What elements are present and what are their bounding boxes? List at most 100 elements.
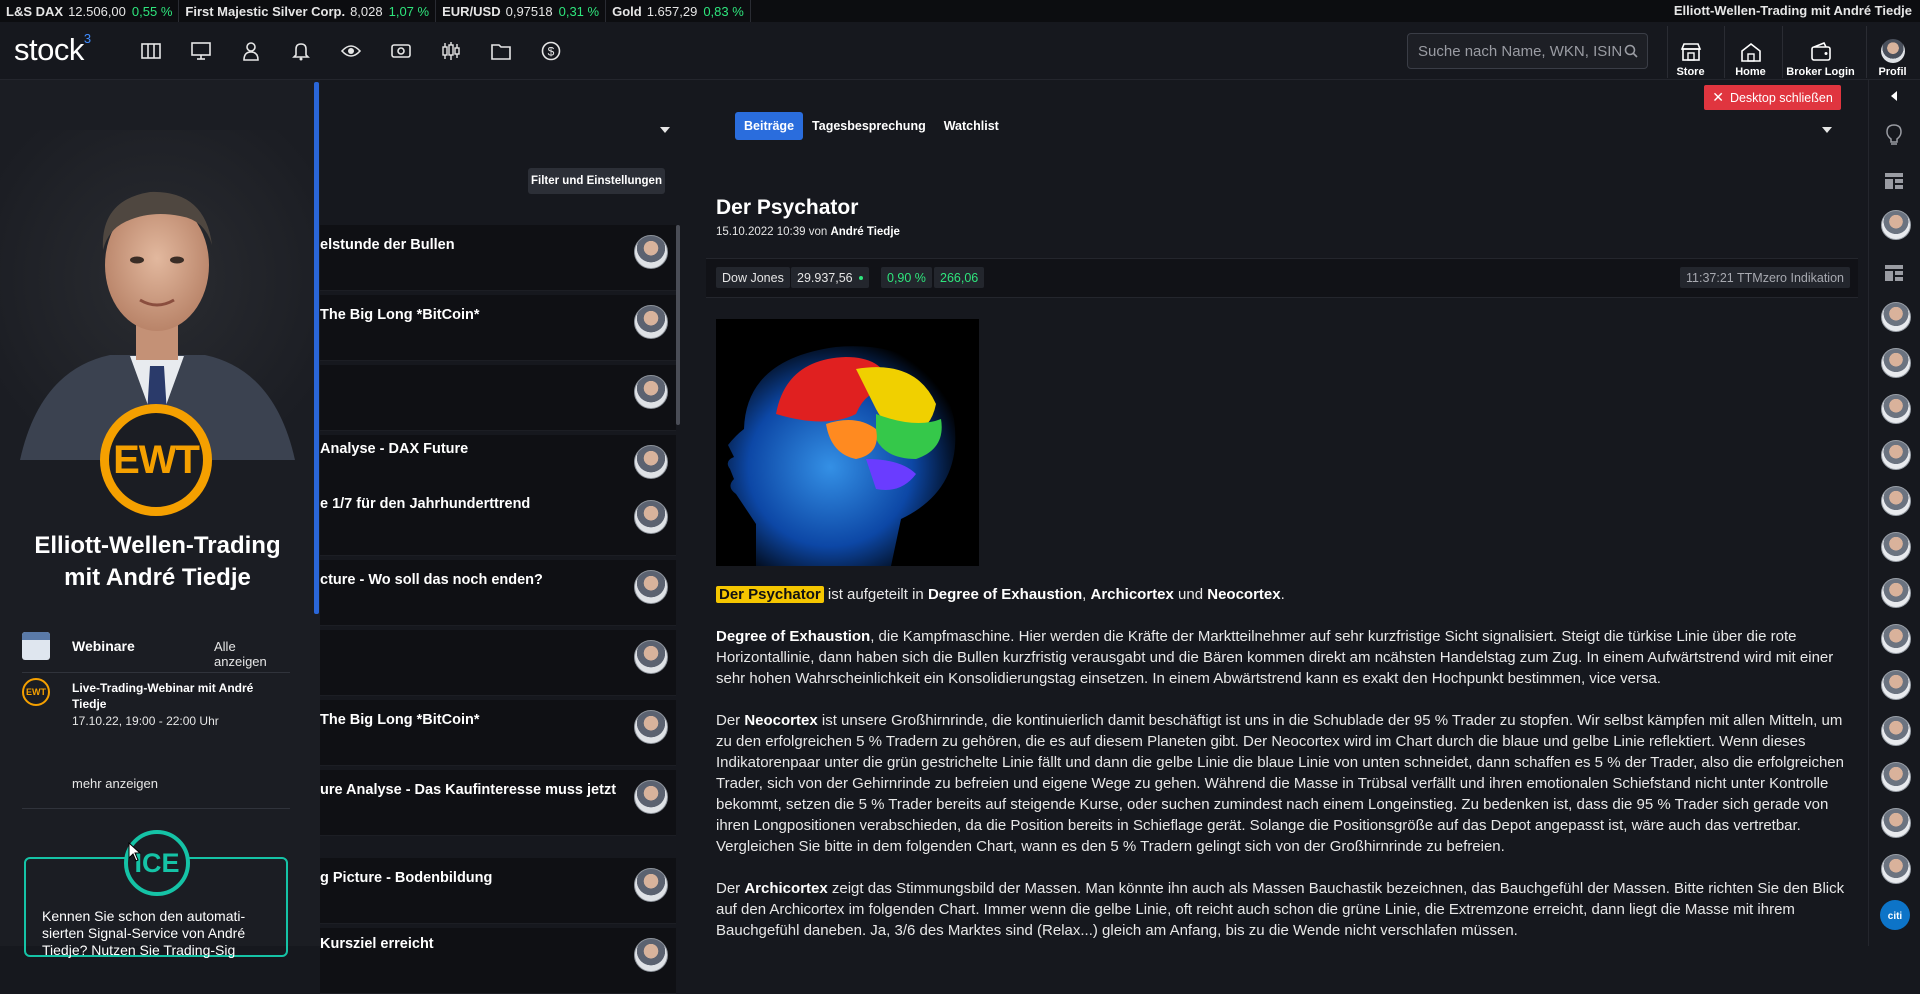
chevron-down-icon[interactable]	[1822, 120, 1832, 138]
list-item[interactable]: Kursziel erreicht	[320, 928, 676, 994]
close-desktop-label: Desktop schließen	[1729, 90, 1833, 105]
live-dot-icon	[858, 275, 863, 280]
author-avatar[interactable]	[1881, 348, 1911, 378]
author-avatar[interactable]	[1881, 624, 1911, 654]
search-input[interactable]	[1407, 33, 1648, 69]
broker-login-label: Broker Login	[1786, 66, 1855, 78]
author-avatar	[634, 235, 668, 269]
author-panel: EWT Elliott-Wellen-Trading mit André Tie…	[0, 80, 320, 958]
list-item-title: Kursziel erreicht	[320, 936, 434, 952]
tab-watchlist[interactable]: Watchlist	[935, 112, 1008, 140]
list-item-title: The Big Long *BitCoin*	[320, 307, 480, 323]
alle-anzeigen-link[interactable]: Alle anzeigen	[214, 639, 292, 669]
quote-name[interactable]: Dow Jones	[716, 267, 790, 288]
author-avatar[interactable]	[1881, 532, 1911, 562]
citi-icon[interactable]: citi	[1880, 900, 1910, 930]
list-item-title: The Big Long *BitCoin*	[320, 712, 480, 728]
profile-avatar	[1880, 39, 1905, 63]
search-icon[interactable]	[1624, 44, 1638, 63]
layout-widget-icon[interactable]	[1884, 172, 1904, 195]
home-button[interactable]: Home	[1724, 26, 1776, 78]
ticker-name: Gold	[612, 3, 642, 19]
top-navigation: stock3 $ Store Home Broker Login Profil	[0, 22, 1920, 80]
list-item[interactable]: The Big Long *BitCoin*	[320, 295, 676, 361]
webinar-title: Live-Trading-Webinar mit André Tiedje	[72, 681, 254, 711]
ticker-item[interactable]: L&S DAX 12.506,00 0,55 %	[0, 0, 180, 22]
psychator-tag[interactable]: Der Psychator	[716, 586, 824, 603]
profil-button[interactable]: Profil	[1866, 26, 1918, 78]
author-avatar[interactable]	[1881, 394, 1911, 424]
list-item[interactable]: g Picture - Bodenbildung	[320, 858, 676, 924]
tab-beitraege[interactable]: Beiträge	[735, 112, 804, 140]
mehr-anzeigen-link[interactable]: mehr anzeigen	[72, 776, 158, 791]
author-avatar[interactable]	[1881, 486, 1911, 516]
author-avatar	[634, 305, 668, 339]
article-meta: 15.10.2022 10:39 von André Tiedje	[716, 226, 1852, 238]
user-icon[interactable]	[239, 39, 263, 63]
svg-text:citi: citi	[1888, 911, 1903, 920]
text-span: Der	[716, 712, 745, 729]
ice-promo-text: Kennen Sie schon den automati­sierten Si…	[42, 908, 246, 958]
ewt-small-logo: EWT	[22, 678, 50, 706]
ticker-item[interactable]: First Majestic Silver Corp. 8,028 1,07 %	[179, 0, 437, 22]
ticker-value: 12.506,00	[68, 3, 126, 19]
panel-scrollbar[interactable]	[314, 82, 319, 614]
ticker-change: 0,31 %	[558, 3, 600, 19]
folder-icon[interactable]	[489, 39, 513, 63]
text-span: ist aufgeteilt in	[823, 586, 928, 603]
author-avatar[interactable]	[1881, 210, 1911, 240]
text-span: .	[1280, 586, 1285, 603]
list-item[interactable]: ure Analyse - Das Kaufinteresse muss jet…	[320, 770, 676, 836]
author-avatar[interactable]	[1881, 440, 1911, 470]
lightbulb-icon[interactable]	[1884, 124, 1904, 151]
broker-login-button[interactable]: Broker Login	[1782, 26, 1858, 78]
author-avatar	[634, 445, 668, 479]
bell-icon[interactable]	[289, 39, 313, 63]
author-avatar[interactable]	[1881, 302, 1911, 332]
list-item[interactable]	[320, 630, 676, 696]
layout-icon[interactable]	[139, 39, 163, 63]
collapse-arrow-icon[interactable]	[1889, 89, 1899, 107]
quote-time-note: 11:37:21 TTMzero Indikation	[1680, 267, 1850, 288]
dollar-icon[interactable]: $	[539, 39, 563, 63]
tab-tagesbesprechung[interactable]: Tagesbesprechung	[803, 112, 935, 140]
eye-icon[interactable]	[339, 39, 363, 63]
ticker-item[interactable]: EUR/USD 0,97518 0,31 %	[436, 0, 607, 22]
author-avatar[interactable]	[1881, 808, 1911, 838]
stock3-logo[interactable]: stock3	[14, 31, 91, 68]
store-button[interactable]: Store	[1667, 26, 1713, 78]
list-item-title: Analyse - DAX Future	[320, 441, 469, 457]
author-avatar[interactable]	[1881, 762, 1911, 792]
right-rail: citi	[1868, 80, 1920, 946]
author-avatar	[634, 780, 668, 814]
author-avatar[interactable]	[1881, 578, 1911, 608]
author-avatar[interactable]	[1881, 854, 1911, 884]
article-image-brain	[716, 319, 979, 566]
author-avatar[interactable]	[1881, 716, 1911, 746]
close-desktop-button[interactable]: ✕ Desktop schließen	[1704, 85, 1841, 110]
list-item[interactable]: cture - Wo soll das noch enden?	[320, 560, 676, 626]
article-author[interactable]: André Tiedje	[830, 226, 899, 238]
money-icon[interactable]	[389, 39, 413, 63]
list-item[interactable]: elstunde der Bullen	[320, 225, 676, 291]
ticker-item[interactable]: Gold 1.657,29 0,83 %	[606, 0, 751, 22]
list-item[interactable]	[320, 365, 676, 431]
wallet-icon	[1810, 42, 1831, 61]
webinar-time: 17.10.22, 19:00 - 22:00 Uhr	[72, 714, 219, 728]
author-avatar	[634, 570, 668, 604]
webinare-header: Webinare Alle anzeigen	[22, 632, 292, 669]
list-item[interactable]: e 1/7 für den Jahrhunderttrend	[320, 490, 676, 556]
article-paragraph: Der Neocortex ist unsere Großhirnrinde, …	[716, 710, 1852, 857]
svg-text:$: $	[548, 45, 555, 59]
quote-change-pct: 0,90 %	[881, 267, 932, 288]
article-paragraph: Der Psychator ist aufgeteilt in Degree o…	[716, 584, 1852, 605]
filter-settings-button[interactable]: Filter und Einstellungen	[528, 168, 665, 194]
layout-widget-icon[interactable]	[1884, 264, 1904, 287]
list-scrollbar[interactable]	[676, 225, 680, 425]
list-item[interactable]: The Big Long *BitCoin*	[320, 700, 676, 766]
author-avatar[interactable]	[1881, 670, 1911, 700]
author-avatar	[634, 868, 668, 902]
chevron-down-icon[interactable]	[660, 120, 670, 138]
monitor-icon[interactable]	[189, 39, 213, 63]
candlestick-icon[interactable]	[439, 39, 463, 63]
